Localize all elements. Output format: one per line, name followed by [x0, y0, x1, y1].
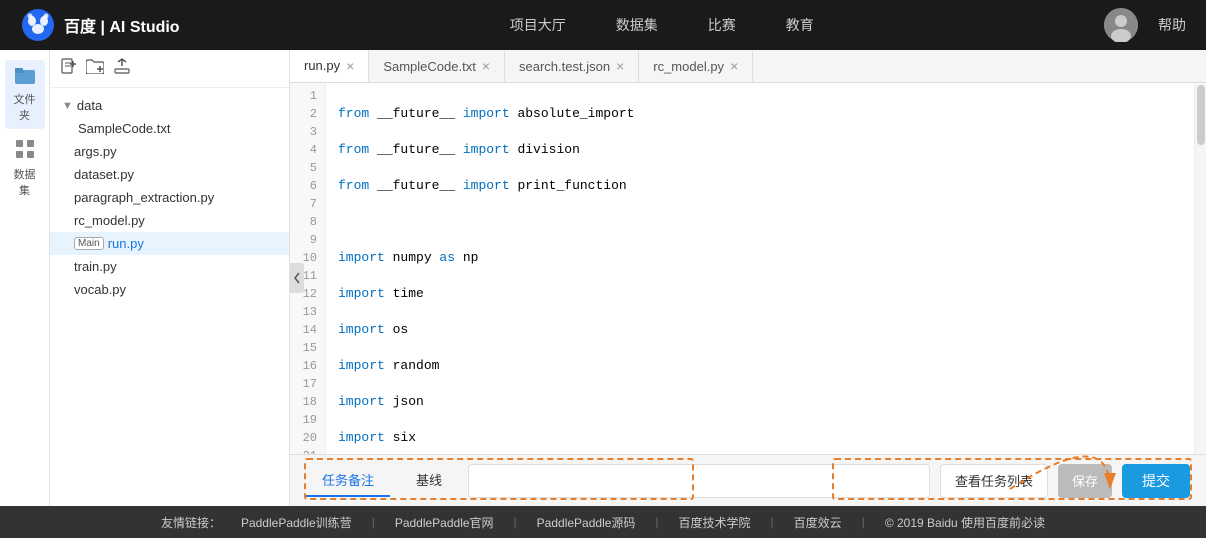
topnav-right: 帮助	[1104, 8, 1186, 42]
bottom-section: 任务备注 基线 查看任务列表 保存 提交	[290, 454, 1206, 506]
editor-area: run.py × SampleCode.txt × search.test.js…	[290, 50, 1206, 506]
datasets-label: 数据集	[9, 166, 41, 198]
file-samplecode[interactable]: SampleCode.txt	[50, 117, 289, 140]
sidebar-item-datasets[interactable]: 数据集	[5, 133, 45, 204]
nav-item-datasets[interactable]: 数据集	[616, 15, 658, 35]
tab-label: rc_model.py	[653, 59, 724, 74]
bottom-bar: 任务备注 基线 查看任务列表 保存 提交	[290, 454, 1206, 506]
footer-link-paddlesrc[interactable]: PaddlePaddle源码	[537, 514, 636, 531]
file-train[interactable]: train.py	[50, 255, 289, 278]
tab-search-json[interactable]: search.test.json ×	[505, 51, 639, 82]
main-tag: Main	[74, 237, 104, 250]
view-tasks-button[interactable]: 查看任务列表	[940, 464, 1048, 498]
user-avatar[interactable]	[1104, 8, 1138, 42]
nav-item-projects[interactable]: 项目大厅	[510, 15, 566, 35]
filename: args.py	[74, 144, 117, 159]
footer-link-paddleofficial[interactable]: PaddlePaddle官网	[395, 514, 494, 531]
tab-label: run.py	[304, 58, 340, 73]
sidebar-item-files[interactable]: 文件夹	[5, 60, 45, 129]
folder-data[interactable]: ▼ data	[50, 94, 289, 117]
footer-copyright: © 2019 Baidu 使用百度前必读	[885, 514, 1045, 531]
filename: paragraph_extraction.py	[74, 190, 214, 205]
scrollbar[interactable]	[1194, 83, 1206, 454]
footer-link-baidutechacademy[interactable]: 百度技术学院	[679, 514, 751, 531]
submit-button[interactable]: 提交	[1122, 464, 1190, 498]
grid-icon	[15, 139, 35, 164]
help-link[interactable]: 帮助	[1158, 15, 1186, 35]
filename: vocab.py	[74, 282, 126, 297]
code-editor[interactable]: 1234 5678 9101112 13141516 17181920 2122…	[290, 83, 1194, 454]
footer-prefix: 友情链接：	[161, 514, 221, 531]
folder-icon	[15, 66, 35, 89]
folder-name: data	[77, 98, 102, 113]
nav-item-competition[interactable]: 比赛	[708, 15, 736, 35]
filename: rc_model.py	[74, 213, 145, 228]
new-folder-icon[interactable]	[86, 58, 104, 79]
file-run[interactable]: Main run.py	[50, 232, 289, 255]
footer-sep: |	[372, 515, 375, 529]
editor-tabs: run.py × SampleCode.txt × search.test.js…	[290, 50, 1206, 83]
filename: run.py	[108, 236, 144, 251]
footer-link-baiduyun[interactable]: 百度效云	[794, 514, 842, 531]
footer-link-paddlecamp[interactable]: PaddlePaddle训练营	[241, 514, 352, 531]
footer-sep4: |	[771, 515, 774, 529]
baidu-logo-icon	[20, 7, 56, 43]
logo: 百度 | AI Studio	[20, 7, 180, 43]
collapse-panel-handle[interactable]	[290, 263, 304, 293]
footer-sep3: |	[655, 515, 658, 529]
tab-samplecode[interactable]: SampleCode.txt ×	[369, 51, 505, 82]
close-tab-icon[interactable]: ×	[346, 59, 354, 73]
tab-rcmodel[interactable]: rc_model.py ×	[639, 51, 753, 82]
file-paragraph[interactable]: paragraph_extraction.py	[50, 186, 289, 209]
save-button[interactable]: 保存	[1058, 464, 1112, 498]
tab-notes[interactable]: 任务备注	[306, 464, 390, 497]
main-area: 文件夹 数据集 ▼ data Sa	[0, 50, 1206, 506]
top-navigation: 百度 | AI Studio 项目大厅 数据集 比赛 教育 帮助	[0, 0, 1206, 50]
files-label: 文件夹	[9, 91, 41, 123]
file-dataset[interactable]: dataset.py	[50, 163, 289, 186]
code-content: from __future__ import absolute_import f…	[326, 83, 1194, 454]
file-tree-body: ▼ data SampleCode.txt args.py dataset.py…	[50, 88, 289, 506]
close-tab-icon[interactable]: ×	[730, 59, 738, 73]
tab-baseline[interactable]: 基线	[400, 464, 458, 497]
file-args[interactable]: args.py	[50, 140, 289, 163]
task-notes-input[interactable]	[468, 464, 930, 498]
folder-arrow-icon: ▼	[62, 100, 73, 112]
file-tree-panel: ▼ data SampleCode.txt args.py dataset.py…	[50, 50, 290, 506]
upload-icon[interactable]	[114, 58, 130, 79]
file-vocab[interactable]: vocab.py	[50, 278, 289, 301]
filename: dataset.py	[74, 167, 134, 182]
footer: 友情链接： PaddlePaddle训练营 | PaddlePaddle官网 |…	[0, 506, 1206, 538]
file-tree-toolbar	[50, 50, 289, 88]
scrollbar-thumb	[1197, 85, 1205, 145]
file-rcmodel[interactable]: rc_model.py	[50, 209, 289, 232]
sidebar-icons: 文件夹 数据集	[0, 50, 50, 506]
logo-text: 百度 | AI Studio	[64, 13, 180, 37]
tab-run-py[interactable]: run.py ×	[290, 50, 369, 83]
main-navigation: 项目大厅 数据集 比赛 教育	[220, 15, 1104, 35]
new-file-icon[interactable]	[60, 58, 76, 79]
close-tab-icon[interactable]: ×	[482, 59, 490, 73]
avatar-icon	[1104, 8, 1138, 42]
footer-sep5: |	[862, 515, 865, 529]
tab-label: search.test.json	[519, 59, 610, 74]
filename: train.py	[74, 259, 117, 274]
nav-item-education[interactable]: 教育	[786, 15, 814, 35]
tab-label: SampleCode.txt	[383, 59, 476, 74]
close-tab-icon[interactable]: ×	[616, 59, 624, 73]
footer-sep2: |	[514, 515, 517, 529]
filename: SampleCode.txt	[78, 121, 171, 136]
